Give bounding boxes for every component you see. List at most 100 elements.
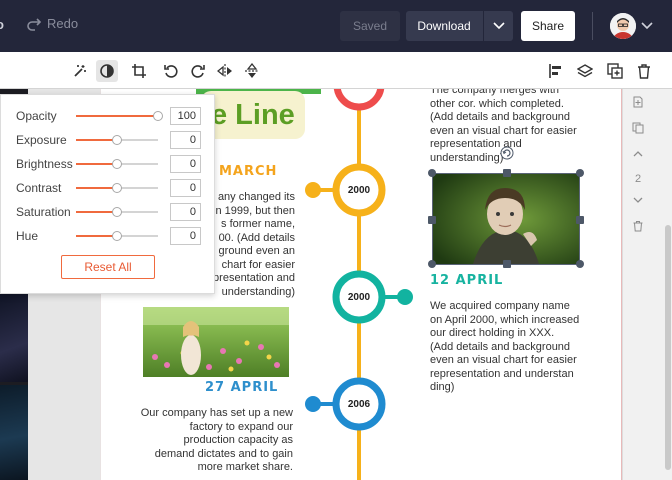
- date-heading[interactable]: 27 APRIL: [205, 380, 278, 395]
- reset-all-button[interactable]: Reset All: [61, 255, 155, 279]
- text-block[interactable]: The company merges with other cor. which…: [430, 89, 610, 165]
- flip-horizontal-button[interactable]: [214, 60, 236, 82]
- chevron-up-icon: [633, 151, 643, 157]
- rotate-right-icon: [191, 65, 205, 78]
- edit-toolbar: [0, 52, 672, 89]
- resize-handle[interactable]: [428, 169, 436, 177]
- contrast-slider-fill: [76, 187, 117, 189]
- align-button[interactable]: [545, 60, 567, 82]
- delete-button[interactable]: [633, 60, 655, 82]
- user-avatar-icon: [610, 13, 636, 39]
- adjust-row-contrast: Contrast 0: [16, 179, 206, 197]
- selection-box: [428, 146, 584, 268]
- magic-wand-button[interactable]: [69, 60, 91, 82]
- flip-vertical-button[interactable]: [241, 60, 263, 82]
- copy-page-button[interactable]: [630, 120, 646, 136]
- layers-button[interactable]: [574, 60, 596, 82]
- brightness-label: Brightness: [16, 157, 73, 171]
- chevron-down-icon: [492, 22, 505, 30]
- photo-girl-in-flowers[interactable]: [143, 307, 289, 377]
- adjust-row-opacity: Opacity 100: [16, 107, 206, 125]
- download-button[interactable]: Download: [406, 11, 513, 41]
- exposure-value-input[interactable]: 0: [170, 131, 201, 149]
- timeline-dot-yellow: [305, 182, 321, 198]
- resize-handle[interactable]: [428, 260, 436, 268]
- rotate-handle-icon[interactable]: [500, 146, 514, 160]
- page-down-button[interactable]: [630, 192, 646, 208]
- opacity-label: Opacity: [16, 109, 57, 123]
- redo-icon: [27, 17, 42, 31]
- chevron-down-icon[interactable]: [640, 18, 654, 32]
- duplicate-icon: [607, 63, 623, 79]
- redo-label: Redo: [47, 16, 79, 31]
- brightness-slider-fill: [76, 163, 117, 165]
- contrast-label: Contrast: [16, 181, 62, 195]
- resize-handle[interactable]: [503, 169, 511, 177]
- resize-handle[interactable]: [576, 169, 584, 177]
- saturation-value-input[interactable]: 0: [170, 203, 201, 221]
- saturation-slider-knob[interactable]: [112, 207, 122, 217]
- opacity-slider-fill: [76, 115, 158, 117]
- adjust-row-hue: Hue 0: [16, 227, 206, 245]
- trash-icon: [633, 221, 643, 232]
- rotate-left-button[interactable]: [160, 60, 182, 82]
- template-thumbnail[interactable]: [0, 385, 28, 480]
- opacity-value-input[interactable]: 100: [170, 107, 201, 125]
- rotate-left-icon: [164, 65, 178, 78]
- add-page-button[interactable]: [630, 94, 646, 110]
- node-year-label: 2006: [347, 399, 371, 410]
- page-up-button[interactable]: [630, 146, 646, 162]
- brightness-value-input[interactable]: 0: [170, 155, 201, 173]
- download-options-button[interactable]: [484, 11, 513, 41]
- timeline-node-top: [333, 89, 385, 111]
- redo-button[interactable]: Redo: [26, 16, 78, 31]
- opacity-slider-knob[interactable]: [153, 111, 163, 121]
- opacity-slider[interactable]: [76, 111, 163, 121]
- duplicate-button[interactable]: [604, 60, 626, 82]
- scrollbar[interactable]: [665, 225, 671, 470]
- text-block[interactable]: We acquired company name on April 2000, …: [430, 300, 610, 395]
- hue-slider-knob[interactable]: [112, 231, 122, 241]
- text-block[interactable]: Our company has set up a new factory to …: [121, 407, 293, 475]
- undo-button[interactable]: o: [0, 17, 4, 32]
- flip-vertical-icon: [245, 63, 259, 78]
- share-button[interactable]: Share: [521, 11, 575, 41]
- brightness-slider[interactable]: [76, 159, 158, 169]
- magic-wand-icon: [74, 65, 86, 77]
- resize-handle[interactable]: [428, 216, 436, 224]
- align-left-icon: [549, 64, 561, 78]
- adjust-panel: Opacity 100 Exposure 0 Brightness 0 Contrast 0 S…: [0, 94, 215, 294]
- crop-button[interactable]: [128, 60, 150, 82]
- hue-slider[interactable]: [76, 231, 158, 241]
- copy-icon: [632, 122, 644, 134]
- page-panel: 2: [622, 89, 672, 480]
- adjust-button[interactable]: [96, 60, 118, 82]
- saved-button[interactable]: Saved: [340, 11, 400, 41]
- saturation-slider[interactable]: [76, 207, 158, 217]
- download-label: Download: [417, 19, 471, 33]
- resize-handle[interactable]: [503, 260, 511, 268]
- hue-value-input[interactable]: 0: [170, 227, 201, 245]
- contrast-slider[interactable]: [76, 183, 158, 193]
- delete-page-button[interactable]: [630, 218, 646, 234]
- resize-handle[interactable]: [576, 260, 584, 268]
- page-title[interactable]: e Line: [201, 91, 305, 139]
- date-heading[interactable]: 12 APRIL: [430, 273, 503, 288]
- top-bar: o Redo Saved Download Share: [0, 0, 672, 52]
- resize-handle[interactable]: [576, 216, 584, 224]
- adjust-row-brightness: Brightness 0: [16, 155, 206, 173]
- exposure-slider[interactable]: [76, 135, 158, 145]
- topbar-divider: [592, 12, 593, 40]
- contrast-value-input[interactable]: 0: [170, 179, 201, 197]
- flip-horizontal-icon: [217, 64, 232, 78]
- rotate-right-button[interactable]: [187, 60, 209, 82]
- avatar[interactable]: [610, 13, 636, 39]
- add-page-icon: [633, 96, 643, 108]
- template-thumbnail[interactable]: [0, 294, 28, 382]
- exposure-slider-knob[interactable]: [112, 135, 122, 145]
- contrast-slider-knob[interactable]: [112, 183, 122, 193]
- crop-icon: [132, 64, 146, 78]
- brightness-slider-knob[interactable]: [112, 159, 122, 169]
- chevron-down-icon: [633, 197, 643, 203]
- date-heading[interactable]: MARCH: [219, 164, 277, 179]
